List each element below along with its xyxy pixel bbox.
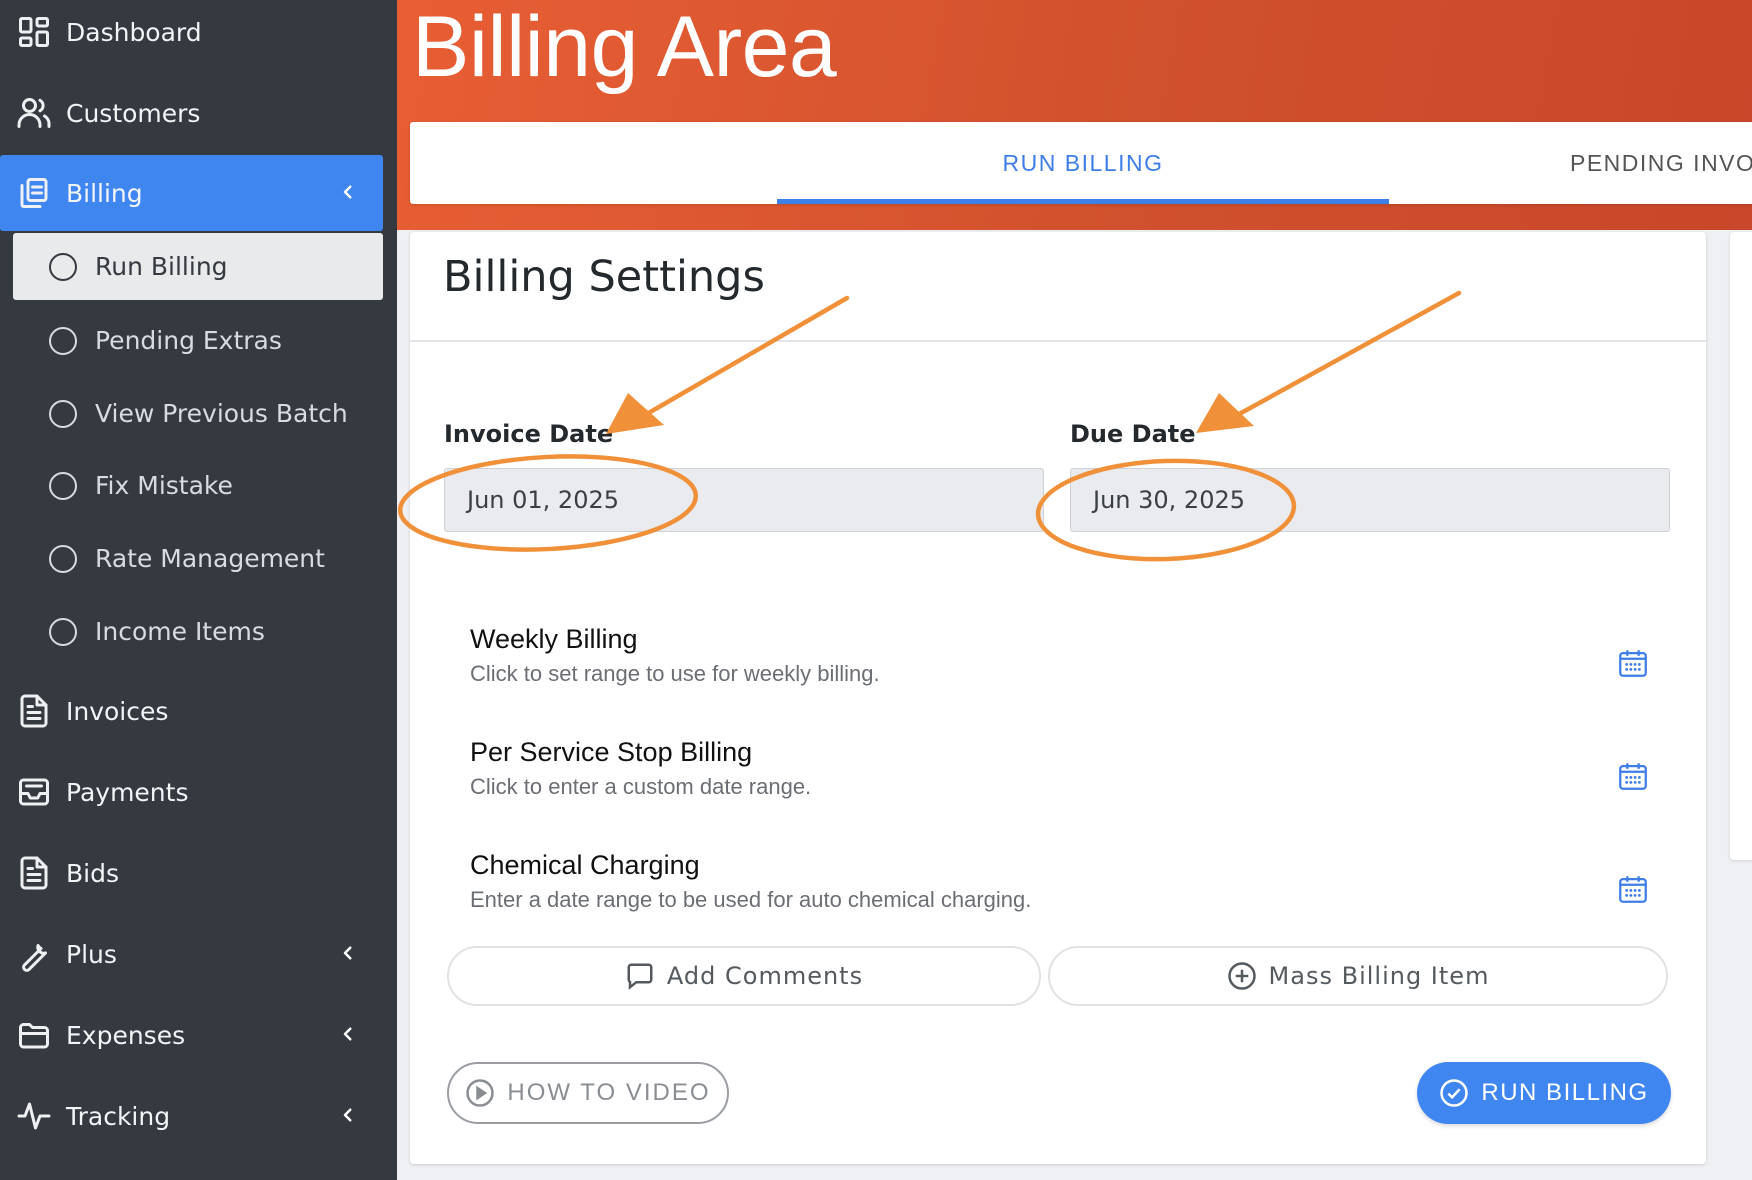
chevron-left-icon (339, 939, 357, 969)
sidebar-subitem-label: View Previous Batch (95, 399, 348, 428)
invoice-date-label: Invoice Date (444, 420, 614, 448)
sidebar-subitem-rate-management[interactable]: Rate Management (13, 525, 383, 592)
tab-label: PENDING INVO (1570, 149, 1752, 176)
sidebar-subitem-label: Rate Management (95, 544, 325, 573)
sidebar-subitem-income-items[interactable]: Income Items (13, 598, 383, 665)
billing-settings-card: Billing Settings Invoice Date Jun 01, 20… (410, 232, 1706, 1164)
inbox-icon (16, 774, 52, 810)
how-to-video-button[interactable]: HOW TO VIDEO (447, 1062, 729, 1124)
option-description: Click to enter a custom date range. (470, 774, 812, 799)
sidebar-item-label: Tracking (66, 1101, 171, 1131)
sidebar-subitem-view-previous-batch[interactable]: View Previous Batch (13, 380, 383, 447)
document-icon (16, 693, 52, 729)
wrench-icon (16, 936, 52, 972)
button-label: RUN BILLING (1481, 1079, 1649, 1106)
sidebar-subitem-fix-mistake[interactable]: Fix Mistake (13, 452, 383, 519)
circle-icon (49, 544, 77, 573)
sidebar-item-label: Customers (66, 98, 201, 128)
page-title: Billing Area (412, 0, 837, 95)
button-label: Add Comments (666, 962, 864, 990)
sidebar-subitem-label: Income Items (95, 617, 265, 646)
tabs-bar: RUN BILLING PENDING INVO (410, 122, 1752, 204)
folder-icon (16, 1017, 52, 1053)
option-weekly-billing[interactable]: Weekly Billing Click to set range to use… (470, 624, 1650, 687)
active-tab-underline (777, 199, 1389, 204)
sidebar-item-billing[interactable]: Billing (0, 155, 383, 231)
circle-icon (49, 399, 77, 428)
circle-icon (49, 617, 77, 646)
run-billing-button[interactable]: RUN BILLING (1417, 1062, 1671, 1124)
sidebar-item-label: Expenses (66, 1020, 186, 1050)
sidebar-item-label: Dashboard (66, 17, 202, 47)
plus-circle-icon (1227, 962, 1256, 990)
option-per-service-stop-billing[interactable]: Per Service Stop Billing Click to enter … (470, 737, 1650, 800)
copy-icon (16, 175, 52, 211)
users-icon (16, 95, 52, 131)
button-label: Mass Billing Item (1268, 962, 1490, 990)
sidebar-item-bids[interactable]: Bids (0, 835, 383, 911)
divider (410, 340, 1706, 342)
sidebar-item-dashboard[interactable]: Dashboard (0, 0, 383, 70)
document-icon (16, 855, 52, 891)
option-chemical-charging[interactable]: Chemical Charging Enter a date range to … (470, 850, 1650, 913)
sidebar-item-label: Invoices (66, 696, 169, 726)
activity-icon (16, 1098, 52, 1134)
sidebar-item-label: Billing (66, 178, 143, 208)
add-comments-button[interactable]: Add Comments (447, 946, 1041, 1006)
invoice-date-input[interactable]: Jun 01, 2025 (444, 468, 1044, 532)
mass-billing-item-button[interactable]: Mass Billing Item (1048, 946, 1668, 1006)
calendar-icon[interactable] (1616, 759, 1650, 793)
circle-icon (49, 326, 77, 355)
dashboard-icon (16, 14, 52, 50)
sidebar-subitem-pending-extras[interactable]: Pending Extras (13, 307, 383, 374)
sidebar-item-plus[interactable]: Plus (0, 916, 383, 992)
option-description: Enter a date range to be used for auto c… (470, 887, 1032, 912)
circle-icon (49, 471, 77, 500)
sidebar-subitem-run-billing[interactable]: Run Billing (13, 233, 383, 300)
option-title: Per Service Stop Billing (470, 737, 753, 767)
sidebar-item-label: Bids (66, 858, 119, 888)
calendar-icon[interactable] (1616, 872, 1650, 906)
tab-run-billing[interactable]: RUN BILLING (777, 122, 1389, 204)
sidebar-subitem-label: Pending Extras (95, 326, 282, 355)
circle-icon (49, 252, 77, 281)
calendar-icon[interactable] (1616, 646, 1650, 680)
sidebar-item-expenses[interactable]: Expenses (0, 997, 383, 1073)
option-title: Weekly Billing (470, 624, 638, 654)
option-description: Click to set range to use for weekly bil… (470, 661, 880, 686)
tab-label: RUN BILLING (1002, 149, 1164, 176)
sidebar-item-label: Plus (66, 939, 117, 969)
comment-icon (627, 963, 653, 990)
sidebar-item-label: Payments (66, 777, 189, 807)
tab-pending-invoices[interactable]: PENDING INVO (1570, 122, 1752, 204)
chevron-left-icon (339, 1020, 357, 1050)
side-panel (1730, 232, 1752, 860)
sidebar-subitem-label: Fix Mistake (95, 471, 233, 500)
sidebar-item-payments[interactable]: Payments (0, 754, 383, 830)
chevron-left-icon (339, 178, 357, 208)
card-title: Billing Settings (443, 252, 765, 302)
sidebar: Dashboard Customers Billing Run Billing … (0, 0, 397, 1180)
due-date-label: Due Date (1070, 420, 1196, 448)
option-title: Chemical Charging (470, 850, 700, 880)
sidebar-subitem-label: Run Billing (95, 252, 228, 281)
sidebar-item-invoices[interactable]: Invoices (0, 673, 383, 749)
button-label: HOW TO VIDEO (507, 1079, 711, 1106)
due-date-input[interactable]: Jun 30, 2025 (1070, 468, 1670, 532)
check-circle-icon (1440, 1079, 1469, 1107)
play-circle-icon (466, 1079, 495, 1107)
chevron-left-icon (339, 1101, 357, 1131)
sidebar-item-tracking[interactable]: Tracking (0, 1078, 383, 1154)
sidebar-item-customers[interactable]: Customers (0, 75, 383, 151)
